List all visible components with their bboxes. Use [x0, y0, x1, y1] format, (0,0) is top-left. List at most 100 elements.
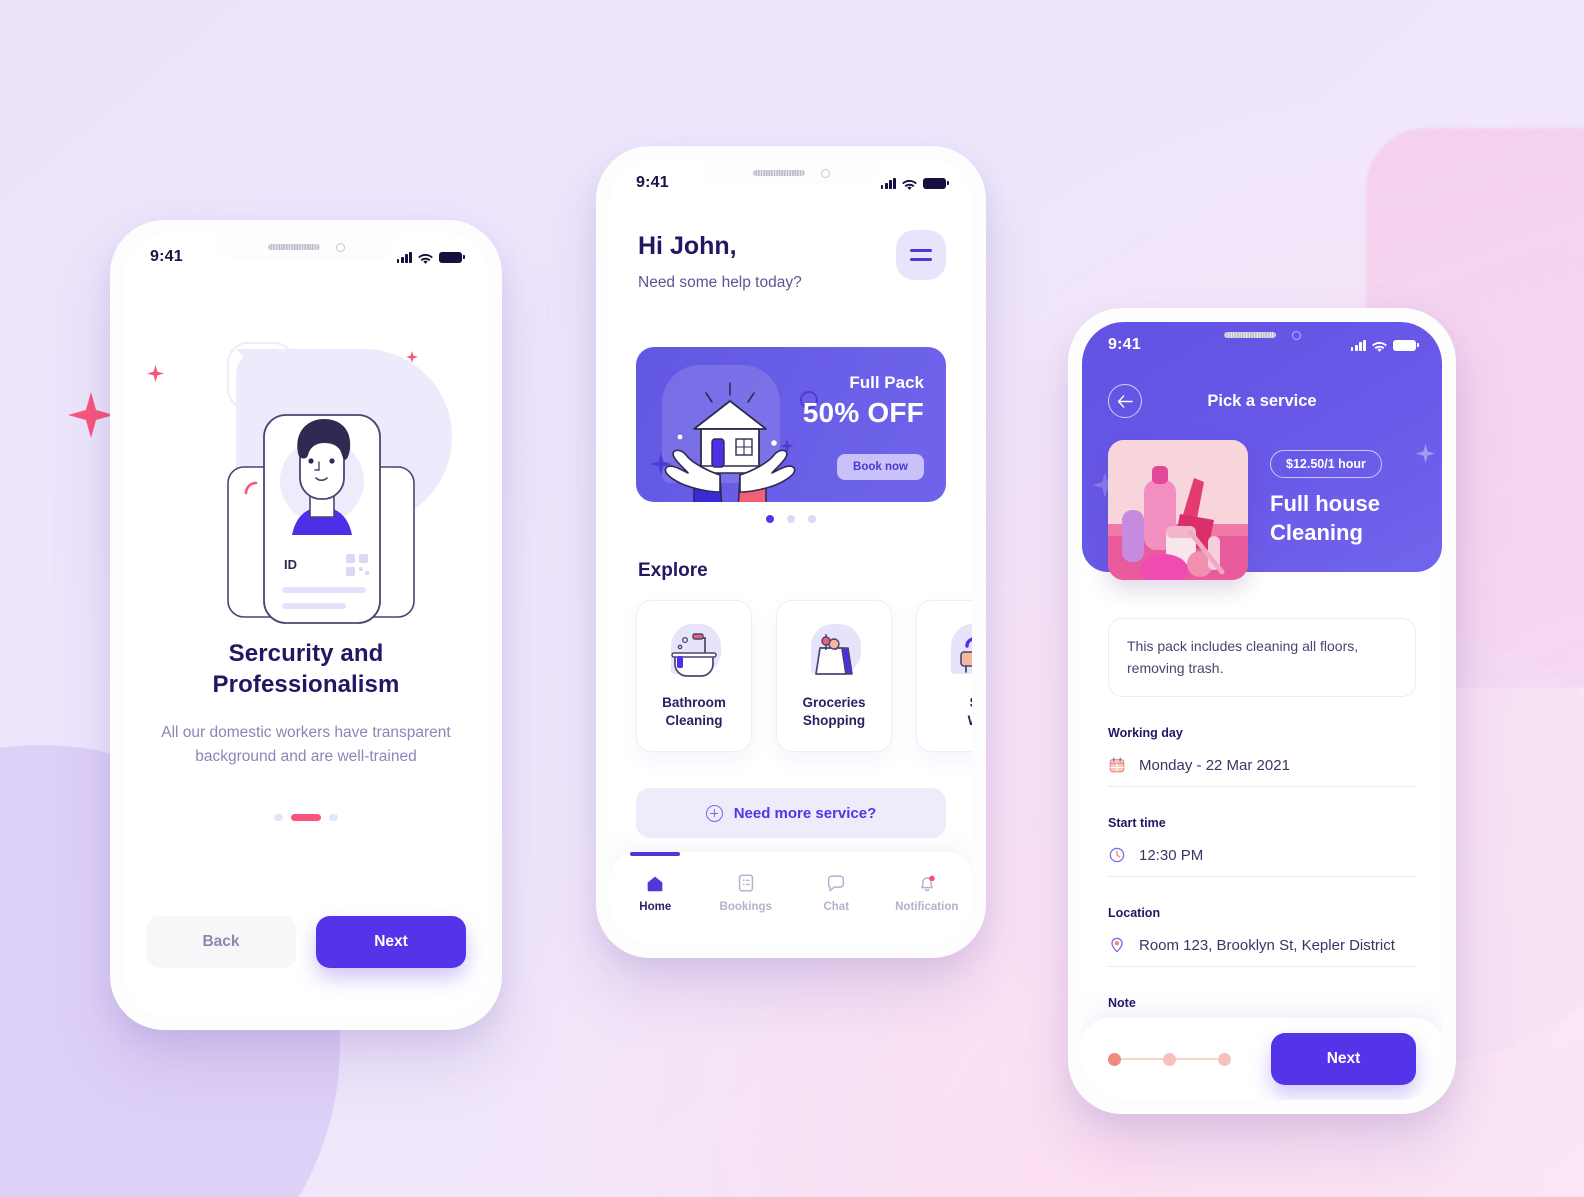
speaker-grill — [1223, 332, 1276, 338]
field-label: Location — [1108, 906, 1161, 920]
home-phone-frame: 9:41 Hi John, Need some help today? Full… — [596, 146, 986, 958]
service-detail-screen: 9:41 Pick a service $12.50/1 hour Full h… — [1082, 322, 1442, 1100]
hamburger-menu-icon[interactable] — [896, 230, 946, 280]
need-more-service-label: Need more service? — [733, 804, 877, 822]
wifi-icon — [902, 178, 917, 190]
field-row[interactable]: Room 123, Brooklyn St, Kepler District — [1108, 936, 1416, 967]
pagination-dot[interactable] — [274, 814, 283, 821]
phone-notch — [1174, 322, 1350, 348]
back-button[interactable]: Back — [146, 916, 296, 968]
tab-home[interactable]: Home — [610, 852, 701, 913]
active-tab-indicator — [630, 852, 681, 856]
phone-notch — [218, 234, 394, 260]
signal-bars-icon — [396, 251, 412, 263]
need-more-service-button[interactable]: Need more service? — [636, 788, 946, 838]
progress-stepper — [1108, 1052, 1231, 1066]
service-card-groceries-shopping[interactable]: Groceries Shopping — [776, 600, 892, 752]
pagination-dot-active[interactable] — [291, 814, 321, 821]
tab-label: Chat — [823, 901, 850, 913]
explore-section-title: Explore — [638, 560, 708, 581]
onboarding-actions: Back Next — [146, 916, 466, 968]
field-value: Room 123, Brooklyn St, Kepler District — [1139, 936, 1395, 954]
map-pin-icon — [1111, 937, 1123, 953]
next-button[interactable]: Next — [316, 916, 466, 968]
calendar-icon — [1109, 757, 1125, 773]
clipboard-icon — [738, 874, 753, 892]
carousel-dot-active[interactable] — [766, 515, 774, 523]
field-row[interactable]: Monday - 22 Mar 2021 — [1108, 756, 1416, 787]
phone-notch — [703, 160, 879, 186]
field-start-time: Start time 12:30 PM — [1108, 816, 1416, 877]
book-now-button[interactable]: Book now — [837, 454, 924, 480]
tab-notification[interactable]: Notification — [882, 872, 973, 913]
service-description: This pack includes cleaning all floors, … — [1108, 618, 1416, 697]
field-location: Location Room 123, Brooklyn St, Kepler D… — [1108, 906, 1416, 967]
plug-socket-icon — [943, 622, 972, 684]
bathtub-icon — [663, 622, 725, 684]
battery-icon — [923, 177, 949, 189]
service-card-label: S W — [968, 694, 972, 729]
field-value: Monday - 22 Mar 2021 — [1139, 756, 1290, 774]
step-dot[interactable] — [1218, 1052, 1231, 1066]
menu-line — [910, 258, 932, 261]
status-time: 9:41 — [636, 174, 669, 191]
service-card-bathroom-cleaning[interactable]: Bathroom Cleaning — [636, 600, 752, 752]
promo-discount: 50% OFF — [802, 397, 924, 428]
service-card-label: Groceries Shopping — [802, 694, 865, 729]
promo-carousel-pagination[interactable] — [610, 515, 972, 523]
wifi-icon — [418, 252, 433, 264]
bell-icon — [920, 875, 935, 892]
label-line2: Shopping — [802, 713, 866, 728]
status-time: 9:41 — [150, 248, 183, 265]
page-title-line2: Professionalism — [212, 670, 400, 698]
price-badge: $12.50/1 hour — [1270, 450, 1382, 478]
menu-line — [910, 249, 932, 252]
promo-title: Full Pack — [849, 373, 924, 392]
service-card-third-partial[interactable]: S W — [916, 600, 972, 752]
step-connector — [1121, 1058, 1163, 1060]
greeting-title: Hi John, — [638, 232, 737, 260]
detail-bottom-bar: Next — [1082, 1018, 1442, 1100]
notification-badge — [928, 875, 935, 882]
promo-banner[interactable]: Full Pack 50% OFF Book now — [636, 347, 946, 502]
label-line2: W — [968, 712, 972, 730]
front-camera-icon — [1291, 330, 1301, 340]
onboarding-phone-frame: 9:41 ID Sercurity and Professionalism Al… — [110, 220, 502, 1030]
signal-bars-icon — [880, 177, 896, 189]
service-name: Full house Cleaning — [1270, 490, 1424, 547]
carousel-dot[interactable] — [787, 515, 795, 523]
onboarding-screen: 9:41 ID Sercurity and Professionalism Al… — [124, 234, 488, 1016]
field-row[interactable]: 12:30 PM — [1108, 846, 1416, 877]
carousel-dot[interactable] — [808, 515, 816, 523]
step-dot-active[interactable] — [1108, 1052, 1121, 1066]
label-line1: Groceries — [802, 695, 866, 711]
shopping-bag-icon — [803, 622, 865, 684]
hands-holding-house-illustration — [664, 382, 796, 502]
step-dot[interactable] — [1163, 1052, 1176, 1066]
signal-bars-icon — [1350, 339, 1366, 351]
next-button[interactable]: Next — [1271, 1033, 1416, 1085]
field-label: Start time — [1108, 816, 1166, 830]
home-screen: 9:41 Hi John, Need some help today? Full… — [610, 160, 972, 944]
service-card-label: Bathroom Cleaning — [662, 694, 726, 729]
page-title-line1: Sercurity and — [228, 640, 384, 667]
tab-bookings[interactable]: Bookings — [701, 872, 792, 913]
label-line2: Cleaning — [665, 713, 723, 728]
field-label: Working day — [1108, 726, 1183, 740]
tab-label: Bookings — [719, 901, 772, 913]
onboarding-pagination[interactable] — [124, 814, 488, 821]
cleaning-supplies-photo — [1108, 440, 1248, 580]
plus-circle-icon — [705, 804, 723, 822]
field-label: Note — [1108, 996, 1136, 1010]
step-connector — [1176, 1058, 1218, 1060]
tab-chat[interactable]: Chat — [791, 872, 882, 913]
field-value: 12:30 PM — [1139, 846, 1204, 864]
service-name-line1: Full house — [1270, 491, 1380, 516]
id-card-person-illustration: ID — [124, 329, 488, 629]
service-card-list[interactable]: Bathroom Cleaning Groceries Shopping — [636, 600, 972, 752]
tab-label: Home — [639, 901, 672, 913]
speaker-grill — [267, 244, 320, 250]
pagination-dot[interactable] — [329, 814, 338, 821]
status-icons — [880, 177, 949, 190]
wifi-icon — [1372, 340, 1387, 352]
